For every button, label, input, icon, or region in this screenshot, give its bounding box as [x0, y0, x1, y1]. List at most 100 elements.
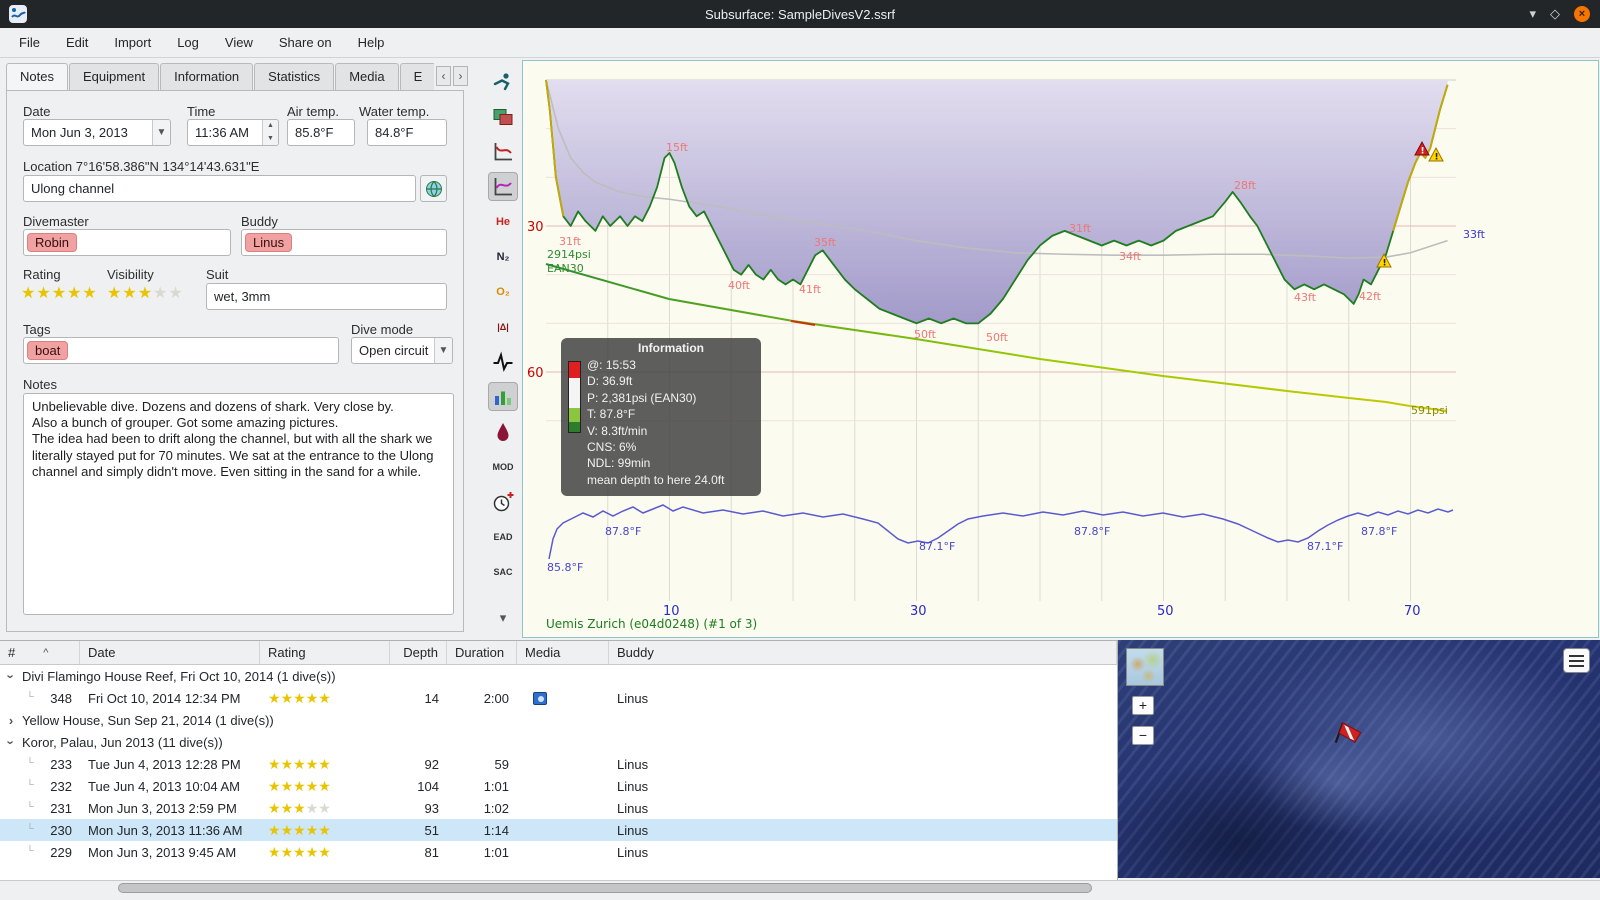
oxygen-graph-icon[interactable]: O₂ — [488, 277, 518, 306]
divemaster-field[interactable]: Robin — [23, 229, 231, 256]
close-icon[interactable]: × — [1574, 6, 1590, 22]
tab-notes[interactable]: Notes — [6, 63, 68, 91]
maximize-icon[interactable]: ◇ — [1550, 6, 1560, 22]
toolbar-scroll-down-icon[interactable]: ▾ — [488, 603, 518, 632]
column-header-buddy[interactable]: Buddy — [609, 641, 1117, 664]
watertemp-field[interactable]: 84.8°F — [367, 119, 447, 146]
menu-view[interactable]: View — [212, 30, 266, 55]
divemode-select[interactable]: Open circuit ▼ — [351, 337, 453, 364]
tab-scroll-left-icon[interactable]: ‹ — [436, 66, 451, 86]
dive-buddy: Linus — [617, 778, 649, 794]
date-picker[interactable]: Mon Jun 3, 2013 ▼ — [23, 119, 171, 146]
spinner-arrows-icon[interactable]: ▲ ▼ — [262, 120, 278, 145]
menu-log[interactable]: Log — [164, 30, 212, 55]
dive-list-header[interactable]: # ^ Date Rating Depth Duration Media Buddy — [0, 641, 1117, 665]
media-photo-icon[interactable] — [533, 691, 547, 705]
rating-stars[interactable]: ★★★★★ — [21, 283, 98, 303]
buddy-field[interactable]: Linus — [241, 229, 447, 256]
map-globe-button[interactable] — [420, 175, 447, 202]
calculated-ceiling-icon[interactable] — [488, 172, 518, 201]
scrollbar-thumb[interactable] — [118, 883, 1092, 893]
tree-branch-icon: └ — [26, 844, 34, 857]
sac-icon[interactable]: SAC — [488, 557, 518, 586]
location-field[interactable]: Ulong channel — [23, 175, 416, 202]
map-menu-button[interactable] — [1563, 648, 1590, 673]
dive-row-233[interactable]: └ 233 Tue Jun 4, 2013 12:28 PM ★★★★★ 92 59 Lin… — [0, 753, 1117, 775]
overview-map-thumbnail[interactable] — [1126, 648, 1164, 686]
dive-computer-icon[interactable] — [488, 67, 518, 96]
tissues-icon[interactable] — [488, 382, 518, 411]
ead-icon[interactable]: EAD — [488, 522, 518, 551]
menu-help[interactable]: Help — [345, 30, 398, 55]
trip-row[interactable]: › Yellow House, Sun Sep 21, 2014 (1 dive(… — [0, 709, 1117, 731]
sort-ascending-icon: ^ — [43, 646, 49, 659]
dive-row-230[interactable]: └ 230 Mon Jun 3, 2013 11:36 AM ★★★★★ 51 1:14 L… — [0, 819, 1117, 841]
chevron-down-icon[interactable]: ▼ — [152, 120, 170, 145]
column-header-date[interactable]: Date — [80, 641, 260, 664]
divemaster-chip[interactable]: Robin — [27, 233, 77, 252]
airtemp-field[interactable]: 85.8°F — [287, 119, 355, 146]
heartrate-icon[interactable] — [488, 347, 518, 376]
dive-date: Tue Jun 4, 2013 10:04 AM — [88, 778, 241, 794]
collapse-trip-icon[interactable]: › — [4, 737, 19, 747]
nitrogen-graph-icon[interactable]: N₂ — [488, 242, 518, 271]
tab-information[interactable]: Information — [160, 63, 254, 91]
menu-share-on[interactable]: Share on — [266, 30, 345, 55]
star-icon: ★ — [268, 843, 281, 860]
star-icon: ★ — [137, 285, 154, 302]
column-header-duration[interactable]: Duration — [447, 641, 517, 664]
dive-number: 232 — [50, 778, 72, 794]
tree-branch-icon: └ — [26, 778, 34, 791]
column-header-rating[interactable]: Rating — [260, 641, 390, 664]
star-icon: ★ — [21, 285, 37, 302]
column-header-media[interactable]: Media — [517, 641, 609, 664]
chevron-down-icon[interactable]: ▼ — [434, 338, 452, 363]
buddy-chip[interactable]: Linus — [245, 233, 293, 252]
tab-e[interactable]: E — [399, 63, 434, 91]
menu-import[interactable]: Import — [101, 30, 164, 55]
tags-field[interactable]: boat — [23, 337, 339, 364]
minimize-icon[interactable]: ▾ — [1529, 6, 1536, 22]
tab-media[interactable]: Media — [335, 63, 399, 91]
column-header-num[interactable]: # ^ — [0, 641, 80, 664]
horizontal-scrollbar[interactable] — [0, 880, 1600, 895]
map-panel[interactable]: + − — [1118, 640, 1600, 878]
star-icon: ★ — [305, 821, 319, 838]
notes-label: Notes — [23, 377, 57, 392]
dive-rating: ★★★★★ — [260, 822, 390, 839]
gas-icon[interactable] — [488, 417, 518, 446]
dive-row-231[interactable]: └ 231 Mon Jun 3, 2013 2:59 PM ★★★★★ 93 1:02 Li… — [0, 797, 1117, 819]
watertemp-value: 84.8°F — [375, 125, 414, 140]
zoom-in-button[interactable]: + — [1132, 696, 1154, 715]
tab-equipment[interactable]: Equipment — [68, 63, 160, 91]
column-header-depth[interactable]: Depth — [390, 641, 447, 664]
mod-icon[interactable]: MOD — [488, 452, 518, 481]
svg-text:!: ! — [1383, 259, 1387, 269]
svg-text:87.8°F: 87.8°F — [605, 525, 641, 538]
time-spinner[interactable]: 11:36 AM ▲ ▼ — [187, 119, 279, 146]
visibility-stars[interactable]: ★★★★★ — [107, 283, 184, 303]
trip-row[interactable]: › Koror, Palau, Jun 2013 (11 dive(s)) — [0, 731, 1117, 753]
dive-row-229[interactable]: └ 229 Mon Jun 3, 2013 9:45 AM ★★★★★ 81 1:01 Li… — [0, 841, 1117, 863]
tag-chip[interactable]: boat — [27, 341, 69, 360]
dive-row-348[interactable]: └ 348 Fri Oct 10, 2014 12:34 PM ★★★★★ 14 2:00… — [0, 687, 1117, 709]
ceiling-icon[interactable] — [488, 137, 518, 166]
trip-row[interactable]: › Divi Flamingo House Reef, Fri Oct 10, 2… — [0, 665, 1117, 687]
zoom-out-button[interactable]: − — [1132, 726, 1154, 745]
profile-info-tooltip: Information @: 15:53 D: 36.9ft P: 2,381psi… — [561, 338, 761, 496]
suit-field[interactable]: wet, 3mm — [206, 283, 447, 310]
helium-graph-icon[interactable]: He — [488, 207, 518, 236]
collapse-trip-icon[interactable]: › — [4, 671, 19, 681]
expand-trip-icon[interactable]: › — [6, 713, 16, 728]
dive-profile-panel[interactable]: 31ft 15ft 40ft 41ft 35ft 50ft 50ft 31ft 34ft 28ft… — [522, 60, 1599, 638]
dive-site-flag-marker[interactable] — [1330, 718, 1364, 755]
menu-file[interactable]: File — [6, 30, 53, 55]
pictures-toggle-icon[interactable] — [488, 102, 518, 131]
delta-pressure-icon[interactable]: |Δ| — [488, 312, 518, 341]
menu-edit[interactable]: Edit — [53, 30, 101, 55]
notes-textarea[interactable]: Unbelievable dive. Dozens and dozens of … — [23, 393, 454, 615]
tab-scroll-right-icon[interactable]: › — [453, 66, 468, 86]
tab-statistics[interactable]: Statistics — [254, 63, 335, 91]
dive-row-232[interactable]: └ 232 Tue Jun 4, 2013 10:04 AM ★★★★★ 104 1:01… — [0, 775, 1117, 797]
ndl-tts-icon[interactable] — [488, 487, 518, 516]
